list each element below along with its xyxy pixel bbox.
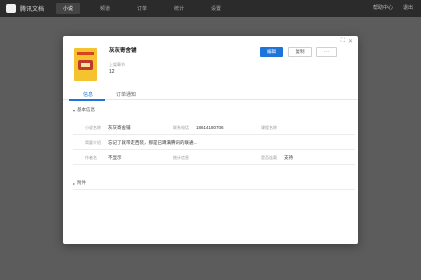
book-cover-image	[74, 48, 97, 81]
help-link[interactable]: 帮助中心	[373, 4, 393, 11]
edit-button[interactable]: 编辑	[260, 47, 283, 57]
nav-item-settings[interactable]: 设置	[204, 3, 228, 14]
more-button[interactable]: ···	[316, 47, 337, 57]
maximize-icon[interactable]: ⛶	[341, 38, 345, 45]
chevron-down-icon: ▾	[73, 107, 76, 113]
copy-button[interactable]: 复制	[288, 47, 312, 57]
main-nav: 小说 频道 订单 统计 设置	[56, 3, 241, 14]
nav-item-channels[interactable]: 频道	[93, 3, 117, 14]
field-value: 灰灰寄舍铺	[108, 125, 131, 130]
nav-item-stats[interactable]: 统计	[167, 3, 191, 14]
cover-ribbon	[77, 52, 94, 55]
chapters-label: 上架章节	[109, 62, 125, 67]
section-basic-title: 基本信息	[77, 107, 96, 112]
chapters-value: 12	[109, 69, 115, 75]
nav-item-novels[interactable]: 小说	[56, 3, 80, 14]
detail-tabs: 信息 订单通知	[63, 89, 358, 101]
cover-art-detail	[81, 63, 90, 67]
field-value: 支持	[284, 155, 293, 160]
active-tab-indicator	[69, 99, 105, 101]
book-title: 灰灰寄舍铺	[109, 48, 137, 54]
section-divider	[73, 189, 355, 190]
field-label: 课程名称	[261, 125, 277, 130]
field-label: 小说名称	[85, 125, 101, 130]
field-label: 联系电话	[173, 125, 189, 130]
logout-link[interactable]: 退出	[403, 4, 413, 11]
book-detail-modal: ⛶ ✕ 灰灰寄舍铺 上架章节 12 编辑 复制 ··· 信息 订单通知 ▾ 基本…	[63, 36, 358, 244]
tab-info[interactable]: 信息	[83, 91, 93, 98]
field-label: 是否连载	[261, 155, 277, 160]
field-value: 18614180706	[196, 125, 224, 130]
window-controls: ⛶ ✕	[338, 38, 353, 45]
nav-item-orders[interactable]: 订单	[130, 3, 154, 14]
field-value: 忘记了就带走西装，那是已蹲满腾讯的联通...	[108, 140, 198, 145]
section-attachments-title: 附件	[77, 180, 87, 185]
top-right-links: 帮助中心 退出	[363, 4, 413, 11]
top-navigation-bar: 腾讯文档 小说 频道 订单 统计 设置 帮助中心 退出	[0, 0, 421, 17]
close-icon[interactable]: ✕	[348, 38, 353, 45]
field-row: 简要介绍 忘记了就带走西装，那是已蹲满腾讯的联通...	[73, 135, 355, 150]
field-row: 作者名 不显示 统计信息 是否连载 支持	[73, 150, 355, 165]
field-label: 简要介绍	[85, 140, 101, 145]
tab-order-notice[interactable]: 订单通知	[116, 91, 136, 98]
field-label: 统计信息	[173, 155, 189, 160]
chevron-right-icon: ▸	[73, 180, 76, 186]
app-logo-icon	[6, 4, 16, 13]
section-attachments[interactable]: ▸ 附件	[73, 180, 86, 186]
app-brand: 腾讯文档	[20, 7, 45, 13]
field-label: 作者名	[85, 155, 97, 160]
field-value: 不显示	[108, 155, 122, 160]
field-row: 小说名称 灰灰寄舍铺 联系电话 18614180706 课程名称	[73, 121, 355, 135]
section-basic-info[interactable]: ▾ 基本信息	[73, 107, 95, 113]
